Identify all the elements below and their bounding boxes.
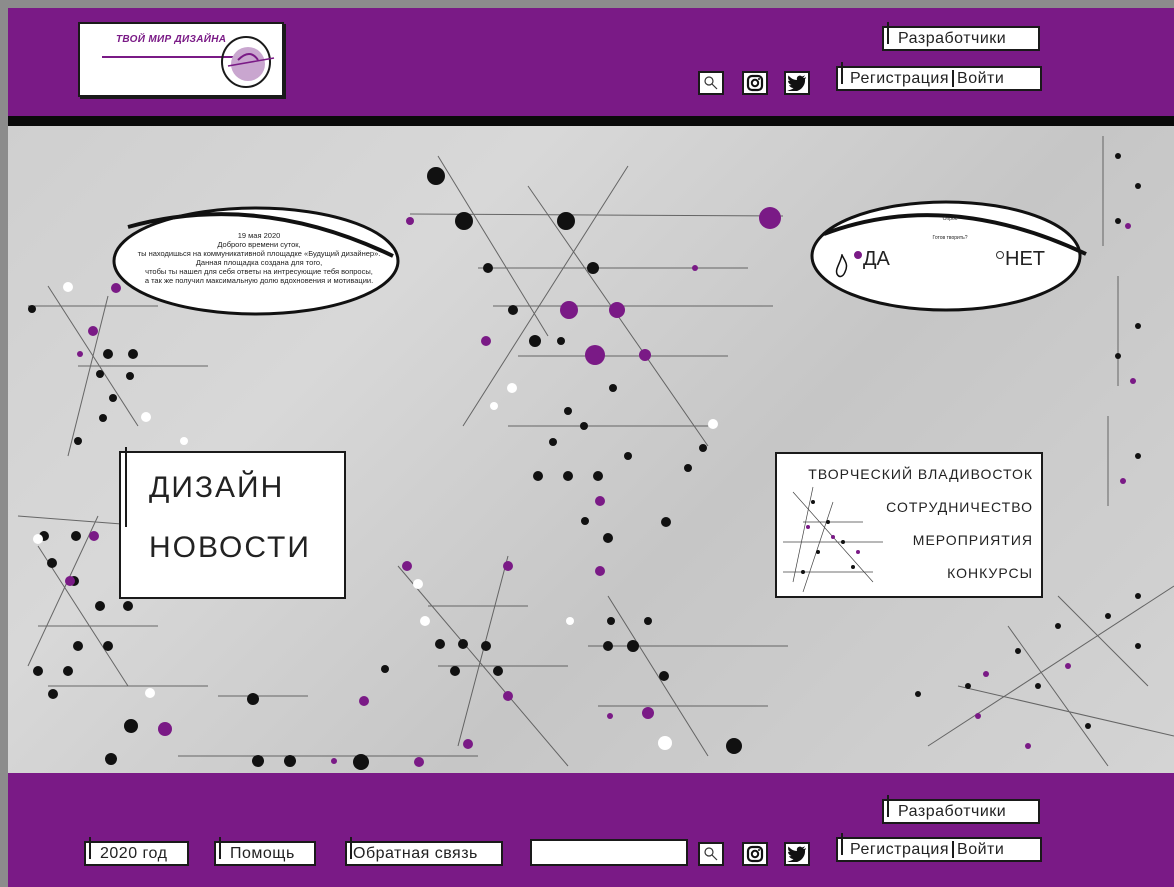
poll-option-no[interactable]: НЕТ [996, 248, 1045, 271]
footer-login-link[interactable]: Войти [957, 841, 1004, 858]
page: ТВОЙ МИР ДИЗАЙНА Разработчики Регистраци… [8, 8, 1174, 887]
instagram-icon [746, 74, 764, 92]
menu-item-contests[interactable]: КОНКУРСЫ [947, 565, 1033, 581]
developers-label: Разработчики [898, 29, 1007, 47]
leaf-logo-icon [221, 36, 275, 88]
search-icon [704, 76, 718, 90]
no-label: НЕТ [1005, 248, 1045, 270]
greeting-line-3: Данная площадка создана для того, [195, 258, 323, 267]
greeting-line-1: Доброго времени суток, [217, 240, 301, 249]
logo-text: ТВОЙ МИР ДИЗАЙНА [116, 34, 227, 45]
greeting-line-5: а так же получил максимальную долю вдохн… [144, 276, 374, 285]
greeting-line-2: ты находишься на коммуникативной площадк… [137, 249, 381, 258]
sections-menu: ТВОРЧЕСКИЙ ВЛАДИВОСТОК СОТРУДНИЧЕСТВО МЕ… [775, 452, 1043, 598]
year-label: 2020 год [100, 844, 168, 862]
auth-separator [952, 70, 955, 87]
poll-question: Готов творить? [932, 235, 968, 241]
menu-item-creative-vladivostok[interactable]: ТВОРЧЕСКИЙ ВЛАДИВОСТОК [808, 466, 1033, 482]
search-icon [704, 847, 718, 861]
help-label: Помощь [230, 844, 295, 862]
news-title-line-2: НОВОСТИ [149, 531, 311, 564]
footer-auth-button-group: Регистрация Войти [836, 833, 1042, 862]
greeting-text: 19 мая 2020 Доброго времени суток, ты на… [114, 231, 404, 285]
no-radio[interactable] [996, 250, 1004, 259]
footer-twitter-button[interactable] [784, 842, 810, 866]
footer-register-link[interactable]: Регистрация [850, 841, 949, 858]
footer: Разработчики 2020 год Помощь Обратная св… [8, 773, 1174, 887]
yes-label: ДА [863, 248, 890, 270]
auth-button-group: Регистрация Войти [836, 62, 1042, 91]
twitter-icon [787, 75, 806, 91]
twitter-icon [787, 846, 806, 862]
card-sketch-line [125, 447, 127, 527]
logo[interactable]: ТВОЙ МИР ДИЗАЙНА [78, 22, 284, 97]
footer-auth-separator [952, 841, 955, 858]
header: ТВОЙ МИР ДИЗАЙНА Разработчики Регистраци… [8, 8, 1174, 116]
footer-instagram-button[interactable] [742, 842, 768, 866]
main-artwork: 19 мая 2020 Доброго времени суток, ты на… [8, 126, 1174, 773]
menu-item-events[interactable]: МЕРОПРИЯТИЯ [913, 532, 1033, 548]
cursor-hand-icon [835, 254, 848, 278]
greeting-bubble: 19 мая 2020 Доброго времени суток, ты на… [112, 206, 404, 319]
header-divider [8, 116, 1174, 126]
feedback-button[interactable]: Обратная связь [345, 837, 503, 866]
twitter-button[interactable] [784, 71, 810, 95]
design-news-card[interactable]: ДИЗАЙН НОВОСТИ [119, 447, 346, 599]
developers-button[interactable]: Разработчики [882, 22, 1040, 51]
instagram-button[interactable] [742, 71, 768, 95]
greeting-date: 19 мая 2020 [237, 231, 281, 240]
login-link[interactable]: Войти [957, 70, 1004, 87]
instagram-icon [746, 845, 764, 863]
footer-search-input[interactable] [530, 839, 688, 866]
register-link[interactable]: Регистрация [850, 70, 949, 87]
news-title-line-1: ДИЗАЙН [149, 471, 285, 504]
feedback-label: Обратная связь [353, 844, 478, 862]
yes-radio[interactable] [854, 250, 862, 259]
greeting-line-4: чтобы ты нашел для себя ответы на интрес… [145, 267, 373, 276]
footer-developers-label: Разработчики [898, 802, 1007, 820]
poll-bubble: Опрос Готов творить? ДА НЕТ [810, 198, 1087, 312]
help-button[interactable]: Помощь [214, 837, 316, 866]
poll-title: Опрос [942, 216, 958, 222]
poll-option-yes[interactable]: ДА [854, 248, 890, 271]
menu-decorative-network [783, 486, 883, 592]
search-button[interactable] [698, 71, 724, 95]
footer-developers-button[interactable]: Разработчики [882, 795, 1040, 824]
menu-item-cooperation[interactable]: СОТРУДНИЧЕСТВО [886, 499, 1033, 515]
footer-search-button[interactable] [698, 842, 724, 866]
year-button[interactable]: 2020 год [84, 837, 189, 866]
